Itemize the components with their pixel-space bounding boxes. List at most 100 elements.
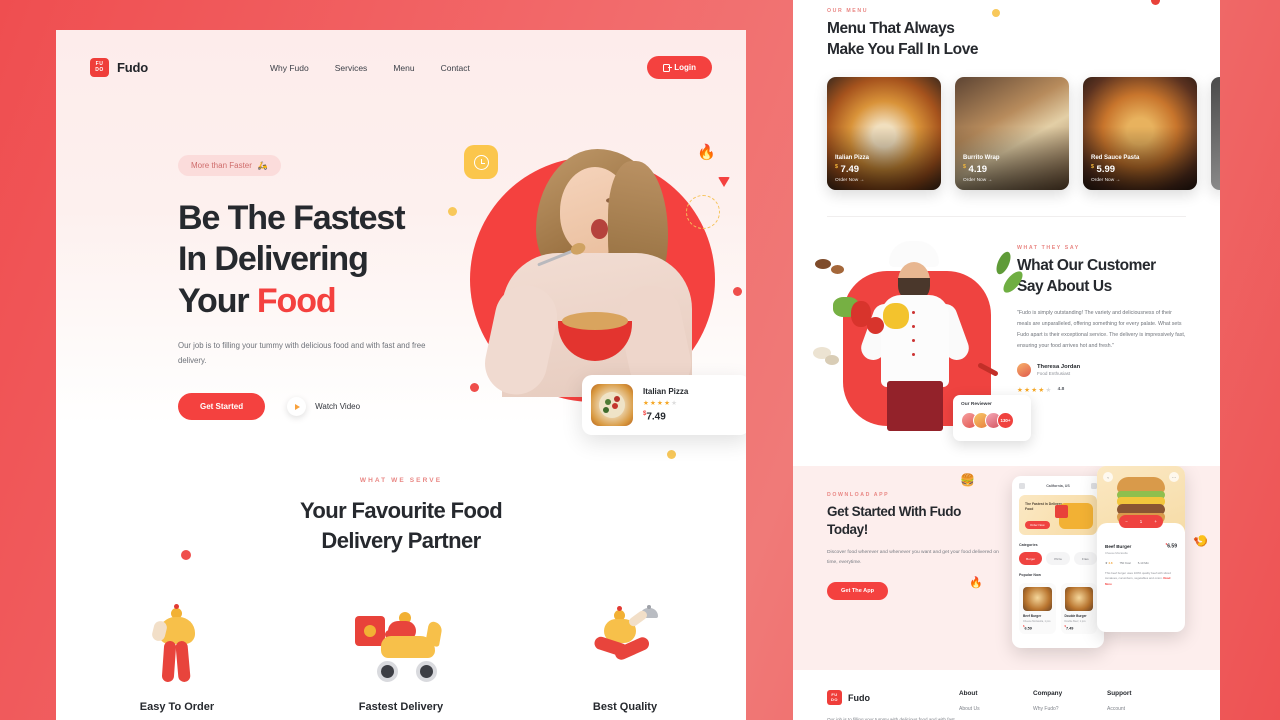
testimonial-copy: WHAT THEY SAY What Our Customer Say Abou… bbox=[1017, 239, 1186, 444]
footer-link[interactable]: Why Fudo? bbox=[1033, 706, 1107, 712]
footer-link[interactable]: Account bbox=[1107, 706, 1181, 712]
brand-name: Fudo bbox=[117, 60, 148, 75]
category-chips: Burger Pizza Fries bbox=[1019, 552, 1097, 566]
footer-logo[interactable]: FU DO Fudo bbox=[827, 690, 959, 706]
get-started-button[interactable]: Get Started bbox=[178, 393, 266, 421]
nav-links: Why Fudo Services Menu Contact bbox=[270, 63, 470, 73]
footer-column-company: Company Why Fudo? Partner With Us FAQ Bl… bbox=[1033, 690, 1107, 720]
logo-line-2: DO bbox=[95, 66, 104, 73]
hero-food-card[interactable]: Italian Pizza ★★★★★ $7.49 bbox=[582, 375, 746, 435]
item-desc: Double Beef, 1 pcs bbox=[1064, 619, 1086, 623]
menu-icon[interactable] bbox=[1019, 483, 1025, 490]
waiter-cloche-icon bbox=[544, 604, 706, 682]
scooter-delivery-icon bbox=[320, 604, 482, 682]
feature-card-easy-to-order: Easy To Order You only need a few steps … bbox=[96, 603, 258, 720]
download-subtitle: Discover food wherever and whenever you … bbox=[827, 550, 999, 566]
floating-mushroom-2 bbox=[825, 355, 839, 366]
meta-calories: 750 Kcal bbox=[1119, 560, 1131, 565]
hero-cta-row: Get Started Watch Video bbox=[178, 393, 478, 421]
rating-stars: ★★★★★ bbox=[1017, 386, 1053, 394]
detail-item-desc: Cheese Mozarella bbox=[1105, 550, 1128, 555]
hero-section: FU DO Fudo Why Fudo Services Menu Contac… bbox=[56, 30, 746, 435]
feature-list: Easy To Order You only need a few steps … bbox=[56, 603, 746, 720]
menu-card-price: $ 4.19 bbox=[963, 164, 1062, 175]
dashed-circle-decor bbox=[686, 195, 720, 229]
our-reviewer-label: Our Reviewer bbox=[961, 402, 992, 408]
menu-card-price: $ 5.99 bbox=[1091, 164, 1190, 175]
phone-promo-banner[interactable]: The Fastest In Delivery Food Order Now bbox=[1019, 495, 1097, 536]
menu-card[interactable]: Italian Pizza $ 7.49 Order Now → bbox=[827, 77, 941, 191]
watch-video-button[interactable]: Watch Video bbox=[287, 397, 360, 417]
footer-link[interactable]: About Us bbox=[959, 706, 1033, 712]
detail-description: This beef burger uses 100% quality beef … bbox=[1105, 570, 1171, 586]
menu-card[interactable]: Red Sauce Pasta $ 5.99 Order Now → bbox=[1083, 77, 1197, 191]
rating-value: 4.8 bbox=[1057, 387, 1065, 393]
detail-meta-row: ★ 4.8 750 Kcal 5-10 Min bbox=[1105, 561, 1177, 565]
left-page-preview: FU DO Fudo Why Fudo Services Menu Contac… bbox=[56, 30, 746, 720]
nav-link-contact[interactable]: Contact bbox=[441, 63, 470, 73]
download-eyebrow: DOWNLOAD APP bbox=[827, 492, 890, 499]
login-button[interactable]: Login bbox=[647, 56, 712, 79]
footer-description: Our job is to filling your tummy with de… bbox=[827, 717, 955, 720]
download-copy: DOWNLOAD APP Get Started With Fudo Today… bbox=[827, 492, 1002, 650]
menu-card-price-value: 4.19 bbox=[968, 164, 988, 176]
meta-rating: ★ 4.8 bbox=[1105, 560, 1113, 565]
menu-card-name: Italian Pizza bbox=[835, 155, 870, 162]
food-card-price-value: 7.49 bbox=[646, 411, 666, 423]
menu-card-order-link[interactable]: Order Now → bbox=[963, 178, 1062, 183]
scooter-emoji-icon: 🛵 bbox=[257, 161, 268, 170]
serve-title-line-2: Delivery Partner bbox=[321, 527, 481, 553]
testimonial-title: What Our Customer Say About Us bbox=[1017, 256, 1186, 297]
download-title-line-1: Get Started With Fudo bbox=[827, 504, 961, 520]
fire-emoji-icon: 🔥 bbox=[697, 144, 716, 161]
hero-title-line-3: Your bbox=[178, 281, 257, 320]
menu-card-order-link[interactable]: Order Now → bbox=[835, 178, 934, 183]
increment-button[interactable]: + bbox=[1154, 519, 1157, 524]
fudo-logo-icon: FU DO bbox=[90, 58, 109, 77]
quantity-stepper[interactable]: − 1 + bbox=[1119, 515, 1163, 529]
menu-card-order-link[interactable]: Order Now → bbox=[1091, 178, 1190, 183]
menu-eyebrow: OUR MENU bbox=[827, 8, 869, 14]
promo-order-button[interactable]: Order Now bbox=[1025, 521, 1050, 530]
more-icon[interactable]: ⋯ bbox=[1169, 472, 1179, 483]
menu-card-price-value: 7.49 bbox=[840, 164, 860, 176]
get-the-app-button[interactable]: Get The App bbox=[827, 582, 889, 601]
main-navbar: FU DO Fudo Why Fudo Services Menu Contac… bbox=[56, 30, 746, 79]
category-chip-fries[interactable]: Fries bbox=[1073, 552, 1097, 566]
avatar bbox=[1017, 362, 1031, 377]
list-item[interactable]: Double Burger Double Beef, 1 pcs $7.49 bbox=[1060, 583, 1097, 635]
category-chip-pizza[interactable]: Pizza bbox=[1046, 552, 1070, 566]
category-chip-burger[interactable]: Burger bbox=[1019, 552, 1043, 566]
footer-column-about: About About Us Features News Menu bbox=[959, 690, 1033, 720]
chef-illustration: Our Reviewer 130+ bbox=[813, 239, 1031, 444]
brand-logo[interactable]: FU DO Fudo bbox=[90, 58, 148, 77]
emoji-decor-2: 🍤 bbox=[1193, 534, 1208, 549]
nav-link-menu[interactable]: Menu bbox=[393, 63, 414, 73]
decrement-button[interactable]: − bbox=[1125, 519, 1128, 524]
detail-item-name: Beef Burger bbox=[1105, 543, 1132, 549]
nav-link-services[interactable]: Services bbox=[335, 63, 368, 73]
list-item[interactable]: Beef Burger Cheese Mozarella, 1 pcs $6.5… bbox=[1019, 583, 1056, 635]
phone-statusbar: California, US bbox=[1012, 476, 1104, 490]
quantity-value: 1 bbox=[1139, 519, 1143, 525]
testimonial-author: Theresa Jordan Food Enthusiast bbox=[1017, 362, 1186, 377]
item-name: Beef Burger bbox=[1023, 614, 1042, 619]
chef-photo bbox=[857, 241, 973, 432]
scooter-illustration-icon bbox=[1055, 503, 1093, 530]
menu-card[interactable]: Burrito Wrap $ 4.19 Order Now → bbox=[955, 77, 1069, 191]
food-card-name: Italian Pizza bbox=[643, 387, 689, 397]
emoji-decor-3: 🔥 bbox=[969, 577, 983, 590]
triangle-decor-icon bbox=[718, 177, 730, 187]
menu-title: Menu That Always Make You Fall In Love bbox=[827, 19, 1186, 60]
nav-link-why-fudo[interactable]: Why Fudo bbox=[270, 63, 309, 73]
footer-column-title: Company bbox=[1033, 690, 1063, 698]
item-name: Double Burger bbox=[1064, 614, 1087, 619]
categories-label: Categories bbox=[1019, 543, 1038, 548]
hero-title: Be The Fastest In Delivering Your Food bbox=[178, 198, 478, 322]
right-page-preview: OUR MENU Menu That Always Make You Fall … bbox=[793, 0, 1220, 720]
menu-card-name: Burrito Wrap bbox=[963, 155, 1000, 162]
testimonial-section: Our Reviewer 130+ WHAT THEY SAY What Our… bbox=[793, 217, 1220, 444]
menu-card-partial[interactable] bbox=[1211, 77, 1220, 191]
back-icon[interactable]: ‹ bbox=[1103, 472, 1113, 483]
floating-food-2 bbox=[831, 265, 844, 275]
